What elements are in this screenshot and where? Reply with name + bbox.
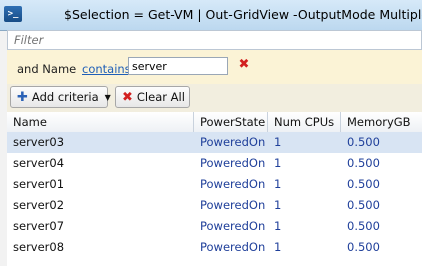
window-title: $Selection = Get-VM | Out-GridView -Outp…: [64, 7, 422, 22]
cell-powerstate: PoweredOn: [200, 177, 266, 191]
table-row[interactable]: server01 PoweredOn 1 0.500: [7, 174, 422, 195]
cell-memorygb: 0.500: [347, 156, 380, 170]
column-header-name[interactable]: Name: [7, 112, 194, 132]
cell-name: server07: [13, 219, 65, 233]
table-row[interactable]: server07 PoweredOn 1 0.500: [7, 216, 422, 237]
column-header-memorygb[interactable]: MemoryGB: [341, 112, 422, 132]
cell-memorygb: 0.500: [347, 177, 380, 191]
add-criteria-button[interactable]: ✚ Add criteria ▼: [10, 86, 111, 108]
cell-num-cpus: 1: [274, 240, 282, 254]
chevron-down-icon: ▼: [104, 92, 111, 102]
remove-criteria-icon[interactable]: ✖: [238, 58, 250, 71]
cell-name: server02: [13, 198, 65, 212]
clear-icon: ✖: [122, 89, 133, 105]
table-row[interactable]: server04 PoweredOn 1 0.500: [7, 153, 422, 174]
cell-powerstate: PoweredOn: [200, 198, 266, 212]
criteria-row: and Name contains ✖: [7, 50, 422, 85]
results-grid: Name PowerState Num CPUs MemoryGB server…: [7, 112, 422, 266]
plus-icon: ✚: [17, 89, 28, 105]
cell-num-cpus: 1: [274, 135, 282, 149]
criteria-value-input[interactable]: [128, 57, 228, 75]
criteria-operator-link[interactable]: contains: [82, 62, 131, 76]
criteria-toolbar: ✚ Add criteria ▼ ✖ Clear All: [7, 84, 422, 113]
cell-num-cpus: 1: [274, 156, 282, 170]
cell-memorygb: 0.500: [347, 135, 380, 149]
powershell-icon[interactable]: >_: [4, 6, 22, 22]
grid-header: Name PowerState Num CPUs MemoryGB: [7, 112, 422, 133]
cell-memorygb: 0.500: [347, 198, 380, 212]
column-header-num-cpus[interactable]: Num CPUs: [268, 112, 341, 132]
title-bar: >_ $Selection = Get-VM | Out-GridView -O…: [0, 0, 422, 31]
cell-memorygb: 0.500: [347, 219, 380, 233]
cell-name: server01: [13, 177, 65, 191]
clear-all-button[interactable]: ✖ Clear All: [115, 86, 190, 108]
table-row[interactable]: server03 PoweredOn 1 0.500: [7, 132, 422, 153]
table-row[interactable]: server08 PoweredOn 1 0.500: [7, 237, 422, 258]
column-header-powerstate[interactable]: PowerState: [194, 112, 268, 132]
cell-name: server03: [13, 135, 65, 149]
cell-name: server04: [13, 156, 65, 170]
cell-powerstate: PoweredOn: [200, 219, 266, 233]
cell-memorygb: 0.500: [347, 240, 380, 254]
filter-input[interactable]: [7, 30, 422, 50]
add-criteria-label: Add criteria: [31, 90, 99, 104]
criteria-field-label: and Name: [17, 62, 77, 76]
cell-powerstate: PoweredOn: [200, 156, 266, 170]
cell-name: server08: [13, 240, 65, 254]
cell-num-cpus: 1: [274, 219, 282, 233]
cell-num-cpus: 1: [274, 177, 282, 191]
cell-powerstate: PoweredOn: [200, 240, 266, 254]
cell-num-cpus: 1: [274, 198, 282, 212]
clear-all-label: Clear All: [136, 90, 185, 104]
table-row[interactable]: server02 PoweredOn 1 0.500: [7, 195, 422, 216]
cell-powerstate: PoweredOn: [200, 135, 266, 149]
